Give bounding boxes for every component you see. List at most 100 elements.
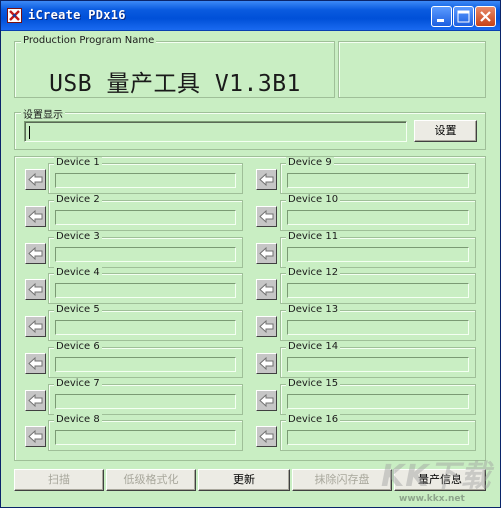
app-icon[interactable] xyxy=(7,8,22,23)
left-arrow-icon xyxy=(28,393,43,408)
left-arrow-icon xyxy=(259,393,274,408)
left-arrow-icon xyxy=(259,172,274,187)
device-7-label: Device 7 xyxy=(54,378,102,389)
device-3-status-field xyxy=(55,247,236,262)
scan-button[interactable]: 扫描 xyxy=(14,469,104,491)
left-arrow-icon xyxy=(28,172,43,187)
device-4-group: Device 4 xyxy=(48,267,243,304)
watermark-logo: KK下载 xyxy=(381,459,492,494)
device-12-status-field xyxy=(287,283,469,298)
device-9-status-field xyxy=(287,173,469,188)
setting-display-input[interactable] xyxy=(24,121,407,142)
device-14-group: Device 14 xyxy=(280,341,476,378)
device-12-group: Device 12 xyxy=(280,267,476,304)
device-13-label: Device 13 xyxy=(286,304,341,315)
device-8-group: Device 8 xyxy=(48,414,243,451)
left-arrow-icon xyxy=(259,282,274,297)
left-arrow-icon xyxy=(259,356,274,371)
device-1-label: Device 1 xyxy=(54,157,102,168)
device-13-group: Device 13 xyxy=(280,304,476,341)
program-name-group: Production Program Name USB 量产工具 V1.3B1 xyxy=(14,35,335,98)
device-2-label: Device 2 xyxy=(54,194,102,205)
program-name-label: Production Program Name xyxy=(21,35,157,46)
device-9-arrow-button[interactable] xyxy=(256,169,277,190)
left-arrow-icon xyxy=(28,429,43,444)
program-headline: USB 量产工具 V1.3B1 xyxy=(49,71,301,97)
minimize-icon xyxy=(437,19,444,22)
device-6-label: Device 6 xyxy=(54,341,102,352)
close-icon xyxy=(480,11,491,22)
device-3-label: Device 3 xyxy=(54,231,102,242)
device-7-group: Device 7 xyxy=(48,378,243,415)
left-arrow-icon xyxy=(28,319,43,334)
device-9-group: Device 9 xyxy=(280,157,476,194)
device-5-label: Device 5 xyxy=(54,304,102,315)
device-1-arrow-button[interactable] xyxy=(25,169,46,190)
window-title: iCreate PDx16 xyxy=(28,8,126,22)
device-4-arrow-button[interactable] xyxy=(25,279,46,300)
device-10-label: Device 10 xyxy=(286,194,341,205)
app-window: iCreate PDx16 Production Program Name US… xyxy=(0,0,501,508)
device-10-status-field xyxy=(287,210,469,225)
device-10-arrow-button[interactable] xyxy=(256,206,277,227)
device-11-label: Device 11 xyxy=(286,231,341,242)
device-14-arrow-button[interactable] xyxy=(256,353,277,374)
device-10-group: Device 10 xyxy=(280,194,476,231)
device-6-group: Device 6 xyxy=(48,341,243,378)
device-4-status-field xyxy=(55,283,236,298)
device-11-status-field xyxy=(287,247,469,262)
watermark-url: www.kkx.net xyxy=(399,494,465,504)
update-button[interactable]: 更新 xyxy=(198,469,290,491)
device-16-status-field xyxy=(287,430,469,445)
device-1-status-field xyxy=(55,173,236,188)
device-11-group: Device 11 xyxy=(280,231,476,268)
device-12-arrow-button[interactable] xyxy=(256,279,277,300)
device-14-status-field xyxy=(287,357,469,372)
device-3-group: Device 3 xyxy=(48,231,243,268)
device-12-label: Device 12 xyxy=(286,267,341,278)
device-8-arrow-button[interactable] xyxy=(25,426,46,447)
device-6-status-field xyxy=(55,357,236,372)
device-15-arrow-button[interactable] xyxy=(256,390,277,411)
maximize-button[interactable] xyxy=(453,6,474,27)
device-5-group: Device 5 xyxy=(48,304,243,341)
device-2-arrow-button[interactable] xyxy=(25,206,46,227)
title-bar[interactable]: iCreate PDx16 xyxy=(1,1,500,31)
device-9-label: Device 9 xyxy=(286,157,334,168)
device-11-arrow-button[interactable] xyxy=(256,243,277,264)
left-arrow-icon xyxy=(28,246,43,261)
device-7-arrow-button[interactable] xyxy=(25,390,46,411)
device-15-group: Device 15 xyxy=(280,378,476,415)
close-button[interactable] xyxy=(475,6,496,27)
left-arrow-icon xyxy=(259,429,274,444)
left-arrow-icon xyxy=(259,209,274,224)
device-13-arrow-button[interactable] xyxy=(256,316,277,337)
device-13-status-field xyxy=(287,320,469,335)
device-15-label: Device 15 xyxy=(286,378,341,389)
left-arrow-icon xyxy=(28,209,43,224)
device-16-group: Device 16 xyxy=(280,414,476,451)
setting-display-label: 设置显示 xyxy=(21,106,65,121)
device-8-status-field xyxy=(55,430,236,445)
left-arrow-icon xyxy=(259,246,274,261)
settings-button[interactable]: 设置 xyxy=(414,120,477,142)
device-5-arrow-button[interactable] xyxy=(25,316,46,337)
device-2-status-field xyxy=(55,210,236,225)
device-6-arrow-button[interactable] xyxy=(25,353,46,374)
device-14-label: Device 14 xyxy=(286,341,341,352)
minimize-button[interactable] xyxy=(431,6,452,27)
left-arrow-icon xyxy=(259,319,274,334)
device-16-arrow-button[interactable] xyxy=(256,426,277,447)
low-level-format-button[interactable]: 低级格式化 xyxy=(106,469,196,491)
device-5-status-field xyxy=(55,320,236,335)
erase-flash-button[interactable]: 抹除闪存盘 xyxy=(292,469,392,491)
text-caret xyxy=(29,125,30,139)
device-7-status-field xyxy=(55,394,236,409)
device-15-status-field xyxy=(287,394,469,409)
device-8-label: Device 8 xyxy=(54,414,102,425)
maximize-icon xyxy=(457,10,470,23)
left-arrow-icon xyxy=(28,282,43,297)
device-2-group: Device 2 xyxy=(48,194,243,231)
left-arrow-icon xyxy=(28,356,43,371)
device-3-arrow-button[interactable] xyxy=(25,243,46,264)
